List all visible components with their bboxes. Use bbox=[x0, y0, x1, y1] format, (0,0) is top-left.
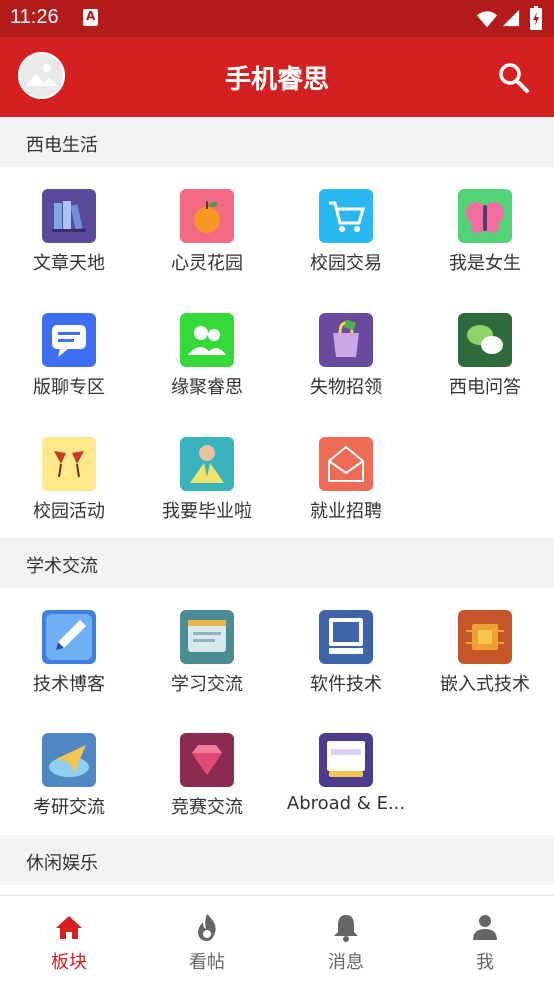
bell-icon bbox=[334, 915, 358, 942]
nav-label: 我 bbox=[476, 952, 494, 973]
board-label: 软件技术 bbox=[310, 674, 382, 695]
board-label: 就业招聘 bbox=[310, 501, 382, 522]
board-label: 失物招领 bbox=[310, 377, 382, 398]
signal-icon bbox=[502, 9, 520, 27]
paper-plane-icon bbox=[42, 733, 96, 787]
board-label: 西电问答 bbox=[449, 377, 521, 398]
board-item-embedded[interactable]: 嵌入式技术 bbox=[416, 610, 554, 720]
chip-icon bbox=[458, 610, 512, 664]
section-title: 学术交流 bbox=[26, 556, 98, 577]
pencil-icon bbox=[42, 610, 96, 664]
board-item-competition[interactable]: 竞赛交流 bbox=[138, 733, 276, 843]
board-item-study[interactable]: 学习交流 bbox=[138, 610, 276, 720]
status-time: 11:26 bbox=[10, 6, 59, 28]
computer-icon bbox=[319, 610, 373, 664]
board-item-campus-trade[interactable]: 校园交易 bbox=[277, 189, 415, 299]
bookshelf-icon bbox=[42, 189, 96, 243]
browser-window-icon bbox=[180, 610, 234, 664]
board-item-graduation[interactable]: 我要毕业啦 bbox=[138, 437, 276, 547]
board-label: 嵌入式技术 bbox=[440, 674, 530, 695]
board-item-jobs[interactable]: 就业招聘 bbox=[277, 437, 415, 547]
shopping-bag-icon bbox=[319, 313, 373, 367]
nav-tab-me[interactable]: 我 bbox=[416, 896, 554, 985]
bottom-navigation: 板块 看帖 消息 我 bbox=[0, 895, 554, 985]
board-item-abroad-english[interactable]: Abroad & E... bbox=[277, 733, 415, 843]
board-label: 竞赛交流 bbox=[171, 797, 243, 818]
board-item-girls[interactable]: 我是女生 bbox=[416, 189, 554, 299]
nav-tab-boards[interactable]: 板块 bbox=[0, 896, 138, 985]
board-label: 学习交流 bbox=[171, 674, 243, 695]
cheers-icon bbox=[42, 437, 96, 491]
section-header-life: 西电生活 bbox=[0, 117, 554, 167]
sim-notification-icon bbox=[83, 9, 98, 26]
board-label: 考研交流 bbox=[33, 797, 105, 818]
board-label: Abroad & E... bbox=[286, 793, 406, 814]
person-icon bbox=[473, 915, 497, 940]
board-label: 文章天地 bbox=[33, 253, 105, 274]
wechat-icon bbox=[458, 313, 512, 367]
board-item-chat[interactable]: 版聊专区 bbox=[0, 313, 138, 423]
section-title: 西电生活 bbox=[26, 135, 98, 156]
flame-icon bbox=[198, 914, 216, 941]
board-item-grad-exam[interactable]: 考研交流 bbox=[0, 733, 138, 843]
chat-bubble-icon bbox=[42, 313, 96, 367]
board-label: 校园交易 bbox=[310, 253, 382, 274]
board-label: 技术博客 bbox=[33, 674, 105, 695]
board-item-xidian-qa[interactable]: 西电问答 bbox=[416, 313, 554, 423]
board-item-software[interactable]: 软件技术 bbox=[277, 610, 415, 720]
wifi-icon bbox=[476, 11, 498, 28]
board-label: 版聊专区 bbox=[33, 377, 105, 398]
board-item-campus-events[interactable]: 校园活动 bbox=[0, 437, 138, 547]
search-icon[interactable] bbox=[496, 60, 530, 94]
board-label: 校园活动 bbox=[33, 501, 105, 522]
nav-tab-messages[interactable]: 消息 bbox=[277, 896, 415, 985]
section-header-academic: 学术交流 bbox=[0, 538, 554, 588]
nav-label: 板块 bbox=[51, 952, 87, 973]
people-icon bbox=[180, 313, 234, 367]
board-label: 心灵花园 bbox=[171, 253, 243, 274]
diamond-icon bbox=[180, 733, 234, 787]
nav-label: 看帖 bbox=[189, 952, 225, 973]
app-title: 手机睿思 bbox=[224, 65, 329, 95]
board-label: 我是女生 bbox=[449, 253, 521, 274]
board-item-lost-found[interactable]: 失物招领 bbox=[277, 313, 415, 423]
board-item-heart-garden[interactable]: 心灵花园 bbox=[138, 189, 276, 299]
envelope-icon bbox=[319, 437, 373, 491]
nav-tab-posts[interactable]: 看帖 bbox=[138, 896, 276, 985]
butterfly-icon bbox=[458, 189, 512, 243]
english-book-icon bbox=[319, 733, 373, 787]
board-label: 缘聚睿思 bbox=[171, 377, 243, 398]
battery-charging-icon bbox=[530, 6, 542, 30]
nav-label: 消息 bbox=[328, 952, 364, 973]
status-bar: 11:26 bbox=[0, 0, 554, 37]
board-item-tech-blog[interactable]: 技术博客 bbox=[0, 610, 138, 720]
section-header-leisure: 休闲娱乐 bbox=[0, 835, 554, 885]
board-label: 我要毕业啦 bbox=[162, 501, 252, 522]
home-icon bbox=[56, 916, 82, 939]
graduate-icon bbox=[180, 437, 234, 491]
board-item-dating[interactable]: 缘聚睿思 bbox=[138, 313, 276, 423]
board-item-articles[interactable]: 文章天地 bbox=[0, 189, 138, 299]
apple-icon bbox=[180, 189, 234, 243]
section-title: 休闲娱乐 bbox=[26, 853, 98, 874]
shopping-cart-icon bbox=[319, 189, 373, 243]
app-bar: 手机睿思 bbox=[0, 37, 554, 117]
